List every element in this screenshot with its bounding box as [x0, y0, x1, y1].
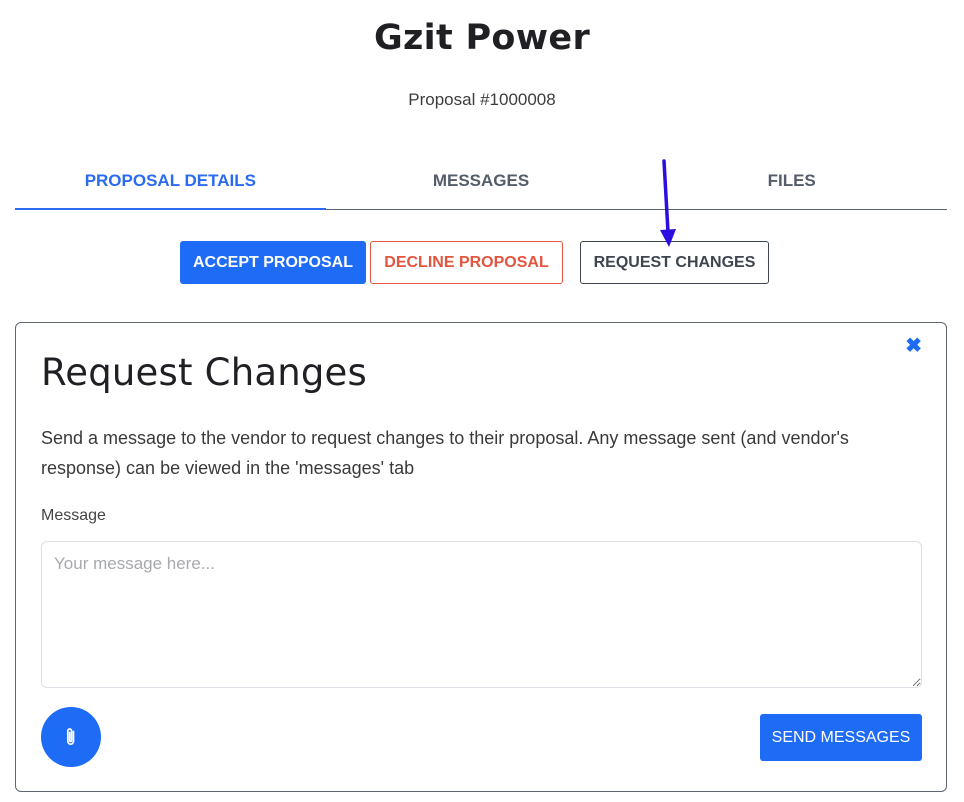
- paperclip-icon: [66, 728, 75, 746]
- attach-file-button[interactable]: [41, 707, 101, 767]
- company-title: Gzit Power: [373, 18, 591, 58]
- message-label: Message: [41, 507, 106, 524]
- arrow-down-icon: [660, 159, 676, 247]
- panel-title: Request Changes: [41, 351, 367, 394]
- tab-proposal-details[interactable]: PROPOSAL DETAILS: [15, 160, 326, 210]
- tab-messages[interactable]: MESSAGES: [326, 160, 637, 209]
- message-input[interactable]: [41, 541, 922, 688]
- send-messages-button[interactable]: SEND MESSAGES: [760, 714, 922, 761]
- accept-proposal-button[interactable]: ACCEPT PROPOSAL: [180, 241, 366, 284]
- close-icon[interactable]: ✖: [905, 335, 922, 357]
- decline-proposal-button[interactable]: DECLINE PROPOSAL: [370, 241, 563, 284]
- tab-bar: PROPOSAL DETAILS MESSAGES FILES: [15, 160, 947, 210]
- request-changes-panel: ✖ Request Changes Send a message to the …: [15, 322, 947, 792]
- proposal-number: Proposal #1000008: [408, 90, 556, 109]
- panel-description: Send a message to the vendor to request …: [41, 428, 849, 478]
